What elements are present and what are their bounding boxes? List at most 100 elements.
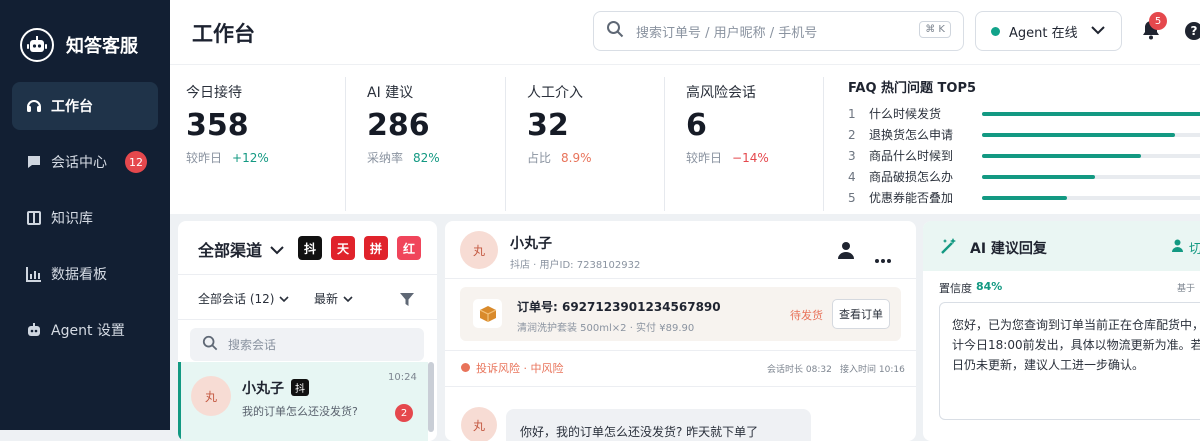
- faq-item[interactable]: 4 商品破损怎么办: [848, 166, 1200, 187]
- global-search-input[interactable]: 搜索订单号 / 用户昵称 / 手机号 ⌘ K: [593, 11, 964, 51]
- customer-meta: 抖店 · 用户ID: 7238102932: [510, 260, 641, 271]
- divider: [664, 77, 665, 211]
- chat-panel: 丸 小丸子 抖店 · 用户ID: 7238102932 订单号: 6927123…: [445, 221, 916, 441]
- book-icon: [25, 209, 43, 227]
- package-icon: [473, 299, 502, 328]
- search-icon: [606, 20, 624, 42]
- robot-icon: [20, 28, 54, 62]
- channel-tag-xiaohongshu[interactable]: 红: [397, 236, 421, 260]
- stat-sub-label: 较昨日: [686, 151, 723, 165]
- agent-status-dropdown[interactable]: Agent 在线: [975, 11, 1122, 51]
- stat-label: 人工介入: [527, 85, 583, 101]
- unread-badge: 2: [395, 404, 413, 422]
- filter-icon[interactable]: [400, 291, 414, 310]
- avatar: 丸: [191, 376, 231, 416]
- chevron-down-icon: [343, 292, 353, 306]
- conversation-list-panel: 全部渠道 抖 天 拼 红 全部会话 (12) 最新 搜索会话 丸 小丸子 抖 1…: [178, 221, 437, 441]
- faq-bar: [982, 175, 1095, 179]
- more-icon[interactable]: [875, 248, 891, 267]
- stat-value: 358: [186, 108, 249, 143]
- headset-icon: [25, 97, 43, 115]
- faq-item[interactable]: 5 优惠券能否叠加: [848, 187, 1200, 208]
- stat-sub-label: 较昨日: [186, 151, 223, 165]
- ai-suggestion-panel: AI 建议回复 切 置信度 84% 基于 您好，已为您查询到订单当前正在仓库配货…: [923, 221, 1200, 441]
- magic-wand-icon: [940, 237, 958, 259]
- app-logo[interactable]: 知答客服: [20, 28, 138, 62]
- faq-item[interactable]: 1 什么时候发货: [848, 103, 1200, 124]
- channel-tag-pinduoduo[interactable]: 拼: [364, 236, 388, 260]
- channel-dropdown[interactable]: 全部渠道: [198, 237, 284, 261]
- nav-item-knowledge[interactable]: 知识库: [12, 194, 158, 242]
- channel-tag-douyin[interactable]: 抖: [298, 236, 322, 260]
- nav-item-conversations[interactable]: 会话中心 12: [12, 138, 158, 186]
- order-detail: 清润洗护套装 500ml×2 · 实付 ¥89.90: [517, 323, 695, 334]
- customer-message: 你好，我的订单怎么还没发货? 昨天就下单了: [506, 409, 811, 441]
- faq-bar: [982, 133, 1176, 137]
- faq-rank: 4: [848, 169, 856, 184]
- risk-label: 投诉风险 · 中风险: [476, 362, 564, 375]
- faq-rank: 2: [848, 127, 856, 142]
- conversation-list-item[interactable]: 丸 小丸子 抖 10:24 我的订单怎么还没发货? 2: [178, 362, 428, 441]
- chat-bubble-icon: [25, 153, 43, 171]
- stat-ai-suggestions: AI 建议 286 采纳率 82%: [367, 77, 440, 213]
- order-number: 订单号: 6927123901234567890: [517, 300, 721, 314]
- faq-item[interactable]: 2 退换货怎么申请: [848, 124, 1200, 145]
- online-dot-icon: [991, 26, 1000, 36]
- switch-label: 切: [1189, 242, 1200, 257]
- divider: [178, 274, 437, 275]
- search-placeholder: 搜索会话: [228, 338, 277, 352]
- faq-item[interactable]: 3 商品什么时候到: [848, 145, 1200, 166]
- shortcut-hint: ⌘ K: [919, 21, 951, 38]
- app-name: 知答客服: [66, 36, 138, 57]
- channel-tag: 抖: [291, 379, 309, 396]
- nav-item-agent-settings[interactable]: Agent 设置: [12, 306, 158, 354]
- conversation-search-input[interactable]: 搜索会话: [190, 328, 424, 361]
- divider: [505, 77, 506, 211]
- nav-label: 知识库: [51, 211, 93, 227]
- stat-value: 32: [527, 108, 569, 143]
- robot-icon: [25, 321, 43, 339]
- channel-tag-tmall[interactable]: 天: [331, 236, 355, 260]
- nav-label: 工作台: [51, 99, 93, 115]
- stat-label: 高风险会话: [686, 85, 756, 101]
- order-status: 待发货: [790, 309, 823, 322]
- view-order-button[interactable]: 查看订单: [832, 299, 890, 329]
- ai-reply-textarea[interactable]: 您好，已为您查询到订单当前正在仓库配货中，预计今日18:00前发出，具体以物流更…: [939, 302, 1200, 420]
- divider: [445, 278, 916, 279]
- help-icon[interactable]: ?: [1185, 22, 1200, 40]
- divider: [445, 350, 916, 351]
- avatar: 丸: [460, 231, 498, 269]
- nav-label: Agent 设置: [51, 323, 125, 339]
- divider: [445, 386, 916, 387]
- filter-label: 全部会话 (12): [198, 292, 275, 306]
- sort-dropdown[interactable]: 最新: [314, 290, 353, 307]
- scrollbar[interactable]: [428, 362, 434, 432]
- nav-item-dashboard[interactable]: 数据看板: [12, 250, 158, 298]
- stat-sub-value: 8.9%: [561, 151, 592, 165]
- faq-bar: [982, 154, 1141, 158]
- order-card: 订单号: 6927123901234567890 清润洗护套装 500ml×2 …: [460, 287, 901, 341]
- conversation-filter-dropdown[interactable]: 全部会话 (12): [198, 290, 290, 307]
- switch-button[interactable]: 切: [1172, 238, 1200, 257]
- bar-chart-icon: [25, 265, 43, 283]
- sort-label: 最新: [314, 292, 339, 306]
- faq-bar: [982, 112, 1200, 116]
- stat-sub-value: +12%: [232, 151, 269, 165]
- nav-item-workbench[interactable]: 工作台: [12, 82, 158, 130]
- risk-dot-icon: [461, 363, 470, 372]
- channel-label: 全部渠道: [198, 241, 263, 260]
- faq-question: 退换货怎么申请: [869, 128, 954, 142]
- faq-rank: 1: [848, 106, 856, 121]
- customer-name: 小丸子: [510, 236, 552, 252]
- session-duration: 会话时长 08:32: [767, 365, 832, 375]
- conversation-preview: 我的订单怎么还没发货?: [242, 405, 358, 418]
- stat-value: 6: [686, 108, 707, 143]
- chevron-down-icon: [270, 240, 284, 259]
- user-profile-icon[interactable]: [838, 241, 854, 263]
- conversation-time: 10:24: [388, 372, 417, 383]
- stat-sub-value: 82%: [413, 151, 440, 165]
- join-time: 接入时间 10:16: [840, 365, 905, 375]
- page-title: 工作台: [192, 22, 255, 46]
- nav-label: 数据看板: [51, 267, 107, 283]
- faq-question: 商品什么时候到: [869, 149, 954, 163]
